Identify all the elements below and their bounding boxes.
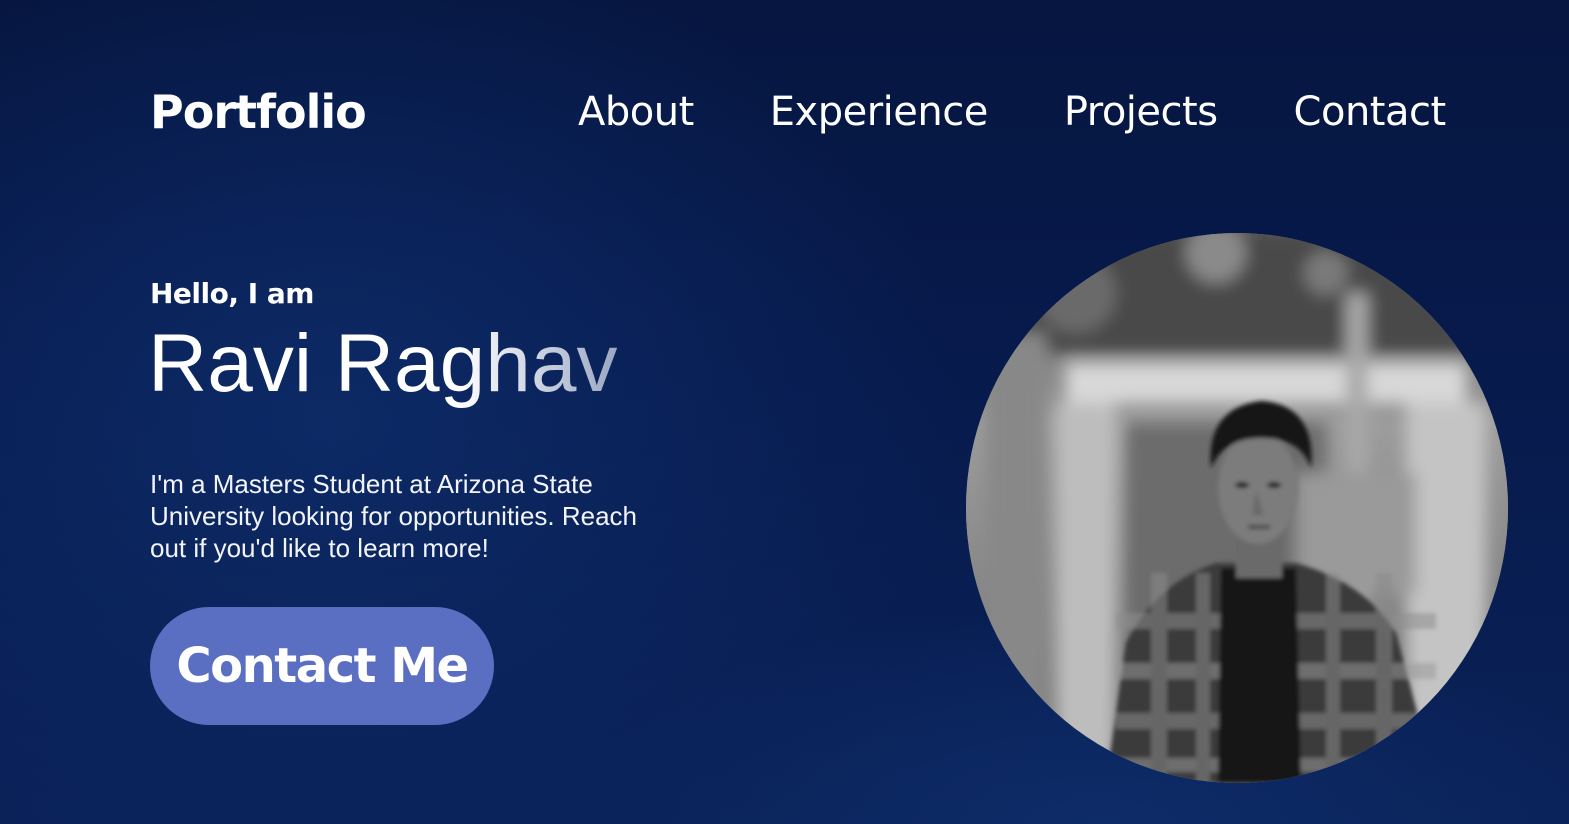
nav-about-link[interactable]: About <box>578 86 694 138</box>
nav-experience-link[interactable]: Experience <box>770 86 989 138</box>
main-nav: About Experience Projects Contact <box>578 86 1446 138</box>
contact-me-button[interactable]: Contact Me <box>150 607 494 725</box>
nav-contact-link[interactable]: Contact <box>1294 86 1447 138</box>
site-logo[interactable]: Portfolio <box>150 84 367 140</box>
hero-greeting: Hello, I am <box>150 277 314 310</box>
profile-photo <box>966 233 1508 783</box>
hero-bio: I'm a Masters Student at Arizona State U… <box>150 469 638 563</box>
nav-projects-link[interactable]: Projects <box>1064 86 1218 138</box>
hero-name: Ravi Raghav <box>148 314 617 414</box>
